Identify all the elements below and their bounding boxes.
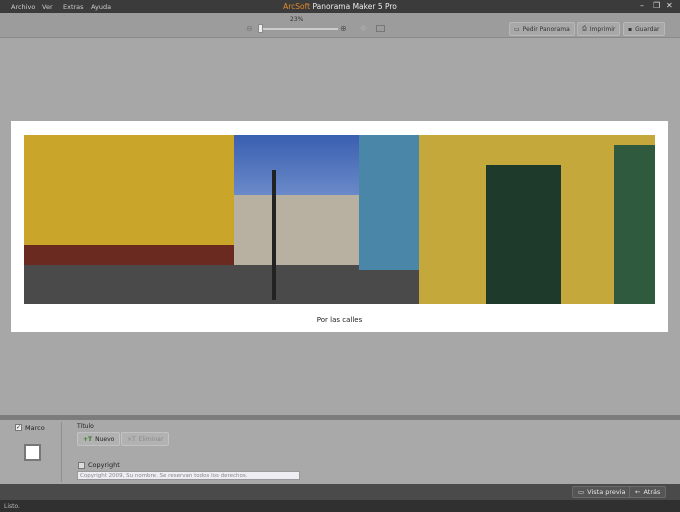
app-title: ArcSoft Panorama Maker 5 Pro [0, 2, 680, 11]
new-label: Nuevo [95, 435, 115, 443]
delete-text-icon: ×T [127, 435, 136, 443]
panorama-caption[interactable]: Por las calles [11, 316, 668, 324]
delete-label: Eliminar [138, 435, 164, 443]
zoom-in-icon[interactable]: ⊕ [340, 24, 347, 33]
copyright-input[interactable]: Copyright 2009, Su nombre. Se reservan t… [77, 471, 300, 480]
title-bar: Archivo Ver Extras Ayuda ArcSoft Panoram… [0, 0, 680, 13]
save-icon: ▪ [628, 25, 633, 33]
toolbar: 23% ⊖ ⊕ ✥ ▭ Pedir Panorama ⎙ Imprimir ▪ Gua… [0, 13, 680, 38]
delete-title-button[interactable]: ×T Eliminar [121, 432, 170, 446]
zoom-slider-thumb[interactable] [258, 24, 263, 33]
arrow-left-icon: ← [635, 488, 641, 496]
frame-label: Marco [25, 424, 45, 432]
zoom-level: 23% [290, 16, 304, 23]
print-label: Imprimir [589, 25, 616, 33]
restore-button[interactable]: ❐ [653, 1, 660, 10]
fit-window-icon[interactable] [376, 25, 385, 32]
order-panorama-button[interactable]: ▭ Pedir Panorama [509, 22, 575, 36]
zoom-slider[interactable] [258, 24, 338, 33]
frame-color-swatch[interactable] [24, 444, 41, 461]
zoom-out-icon[interactable]: ⊖ [246, 24, 253, 33]
app-title-text: Panorama Maker 5 Pro [312, 2, 397, 11]
panorama-photo[interactable] [24, 135, 655, 304]
close-button[interactable]: ✕ [666, 1, 673, 10]
copyright-label: Copyright [88, 461, 120, 469]
back-label: Atrás [643, 488, 661, 496]
status-bar: Listo. [0, 500, 680, 512]
preview-button[interactable]: ▭ Vista previa [572, 486, 632, 498]
save-button[interactable]: ▪ Guardar [623, 22, 665, 36]
preview-icon: ▭ [578, 488, 585, 496]
add-text-icon: +T [83, 435, 93, 443]
frame-checkbox[interactable]: ✓ [15, 424, 22, 431]
brand-logo: ArcSoft [283, 2, 311, 11]
order-label: Pedir Panorama [522, 25, 570, 33]
order-icon: ▭ [514, 25, 520, 33]
panel-divider [61, 422, 62, 482]
copyright-checkbox[interactable] [78, 462, 85, 469]
bottom-bar: ▭ Vista previa ← Atrás [0, 484, 680, 500]
options-panel: ✓ Marco Título +T Nuevo ×T Eliminar Copyri… [0, 420, 680, 484]
save-label: Guardar [635, 25, 660, 33]
printer-icon: ⎙ [582, 25, 587, 32]
new-title-button[interactable]: +T Nuevo [77, 432, 121, 446]
back-button[interactable]: ← Atrás [629, 486, 667, 498]
minimize-button[interactable]: – [640, 1, 644, 10]
print-button[interactable]: ⎙ Imprimir [577, 22, 621, 36]
pan-icon[interactable]: ✥ [360, 24, 367, 33]
preview-label: Vista previa [587, 488, 626, 496]
title-label: Título [77, 423, 94, 430]
